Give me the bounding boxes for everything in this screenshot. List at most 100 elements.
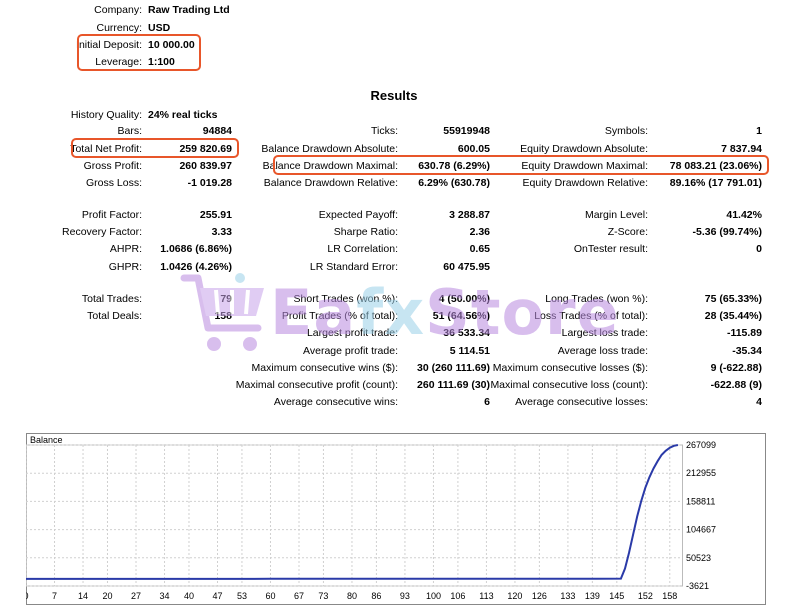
loss-trades-label: Loss Trades (% of total): xyxy=(534,310,648,322)
short-trades-label: Short Trades (won %): xyxy=(293,293,398,305)
average-profit-trade-label: Average profit trade: xyxy=(303,345,398,357)
equity-dd-absolute-value: 7 837.94 xyxy=(721,143,762,155)
long-trades-label: Long Trades (won %): xyxy=(545,293,648,305)
balance-dd-absolute-label: Balance Drawdown Absolute: xyxy=(261,143,398,155)
avg-consecutive-wins-label: Average consecutive wins: xyxy=(273,396,398,408)
max-consecutive-loss-value: -622.88 (9) xyxy=(710,379,762,391)
history-quality-value: 24% real ticks xyxy=(148,109,218,121)
y-tick-label: 104667 xyxy=(686,525,716,535)
short-trades-value: 4 (50.00%) xyxy=(438,293,490,305)
gross-loss-value: -1 019.28 xyxy=(187,177,232,189)
balance-chart: 0 7 14 20 27 34 40 47 53 60 67 73 80 86 93 100 106 113 120… xyxy=(26,433,766,605)
x-tick-label: 34 xyxy=(160,591,170,601)
lr-standard-error-label: LR Standard Error: xyxy=(309,261,398,273)
x-tick-label: 152 xyxy=(638,591,653,601)
x-tick-label: 158 xyxy=(662,591,677,601)
average-profit-trade-value: 5 114.51 xyxy=(449,345,490,357)
expected-payoff-label: Expected Payoff: xyxy=(318,209,398,221)
results-title: Results xyxy=(370,88,418,103)
loss-trades-value: 28 (35.44%) xyxy=(704,310,762,322)
avg-consecutive-losses-value: 4 xyxy=(756,396,762,408)
x-tick-label: 20 xyxy=(102,591,112,601)
x-tick-label: 27 xyxy=(131,591,141,601)
profit-factor-label: Profit Factor: xyxy=(81,209,142,221)
max-consecutive-loss-label: Maximal consecutive loss (count): xyxy=(490,379,648,391)
ontester-result-value: 0 xyxy=(756,243,762,255)
lr-standard-error-value: 60 475.95 xyxy=(443,261,490,273)
total-trades-value: 79 xyxy=(220,293,232,305)
x-tick-label: 14 xyxy=(78,591,88,601)
gross-profit-label: Gross Profit: xyxy=(83,160,142,172)
x-tick-label: 67 xyxy=(294,591,304,601)
lr-correlation-value: 0.65 xyxy=(469,243,490,255)
bars-value: 94884 xyxy=(202,125,232,137)
y-tick-label: -3621 xyxy=(686,581,709,591)
x-tick-label: 53 xyxy=(237,591,247,601)
plot-area xyxy=(26,444,683,587)
equity-dd-relative-value: 89.16% (17 791.01) xyxy=(669,177,762,189)
balance-dd-relative-value: 6.29% (630.78) xyxy=(418,177,490,189)
x-tick-label: 106 xyxy=(450,591,465,601)
recovery-factor-value: 3.33 xyxy=(211,226,232,238)
x-tick-label: 47 xyxy=(212,591,222,601)
history-quality-label: History Quality: xyxy=(70,109,142,121)
balance-dd-relative-label: Balance Drawdown Relative: xyxy=(263,177,398,189)
x-tick-label: 145 xyxy=(609,591,624,601)
x-tick-label: 73 xyxy=(318,591,328,601)
largest-loss-trade-value: -115.89 xyxy=(726,327,762,339)
deposit-highlight xyxy=(77,34,201,71)
lr-correlation-label: LR Correlation: xyxy=(327,243,398,255)
gross-profit-value: 260 839.97 xyxy=(179,160,232,172)
z-score-label: Z-Score: xyxy=(607,226,648,238)
x-tick-label: 133 xyxy=(560,591,575,601)
margin-level-label: Margin Level: xyxy=(584,209,648,221)
max-consecutive-losses-value: 9 (-622.88) xyxy=(710,362,762,374)
profit-trades-label: Profit Trades (% of total): xyxy=(281,310,398,322)
max-consecutive-profit-label: Maximal consecutive profit (count): xyxy=(235,379,398,391)
largest-profit-trade-value: 36 533.34 xyxy=(443,327,490,339)
sharpe-ratio-label: Sharpe Ratio: xyxy=(333,226,398,238)
bars-label: Bars: xyxy=(117,125,142,137)
x-tick-label: 93 xyxy=(400,591,410,601)
profit-trades-value: 51 (64.56%) xyxy=(432,310,490,322)
x-tick-label: 86 xyxy=(371,591,381,601)
max-consecutive-losses-label: Maximum consecutive losses ($): xyxy=(492,362,648,374)
z-score-value: -5.36 (99.74%) xyxy=(692,226,762,238)
currency-label: Currency: xyxy=(96,22,142,34)
total-deals-value: 158 xyxy=(214,310,232,322)
avg-consecutive-losses-label: Average consecutive losses: xyxy=(515,396,648,408)
x-tick-label: 60 xyxy=(265,591,275,601)
y-tick-label: 267099 xyxy=(686,440,716,450)
total-trades-label: Total Trades: xyxy=(81,293,142,305)
ontester-result-label: OnTester result: xyxy=(573,243,648,255)
y-tick-label: 158811 xyxy=(686,496,715,506)
y-tick-label: 212955 xyxy=(686,468,716,478)
equity-dd-relative-label: Equity Drawdown Relative: xyxy=(522,177,648,189)
recovery-factor-label: Recovery Factor: xyxy=(62,226,142,238)
drawdown-maximal-highlight xyxy=(273,155,769,175)
net-profit-highlight xyxy=(71,138,239,158)
company-label: Company: xyxy=(94,4,142,16)
max-consecutive-wins-value: 30 (260 111.69) xyxy=(417,362,490,374)
max-consecutive-profit-value: 260 111.69 (30) xyxy=(417,379,490,391)
balance-dd-absolute-value: 600.05 xyxy=(457,143,490,155)
x-tick-label: 100 xyxy=(426,591,441,601)
average-loss-trade-value: -35.34 xyxy=(732,345,762,357)
total-deals-label: Total Deals: xyxy=(87,310,142,322)
x-tick-label: 7 xyxy=(52,591,57,601)
ahpr-label: AHPR: xyxy=(109,243,142,255)
avg-consecutive-wins-value: 6 xyxy=(484,396,490,408)
symbols-label: Symbols: xyxy=(604,125,648,137)
largest-profit-trade-label: Largest profit trade: xyxy=(306,327,398,339)
x-tick-label: 80 xyxy=(347,591,357,601)
sharpe-ratio-value: 2.36 xyxy=(469,226,490,238)
x-tick-label: 139 xyxy=(585,591,600,601)
chart-title: Balance xyxy=(30,435,63,445)
average-loss-trade-label: Average loss trade: xyxy=(557,345,648,357)
currency-value: USD xyxy=(148,22,171,34)
ahpr-value: 1.0686 (6.86%) xyxy=(160,243,232,255)
gross-loss-label: Gross Loss: xyxy=(85,177,142,189)
ghpr-label: GHPR: xyxy=(108,261,142,273)
symbols-value: 1 xyxy=(756,125,762,137)
largest-loss-trade-label: Largest loss trade: xyxy=(561,327,648,339)
